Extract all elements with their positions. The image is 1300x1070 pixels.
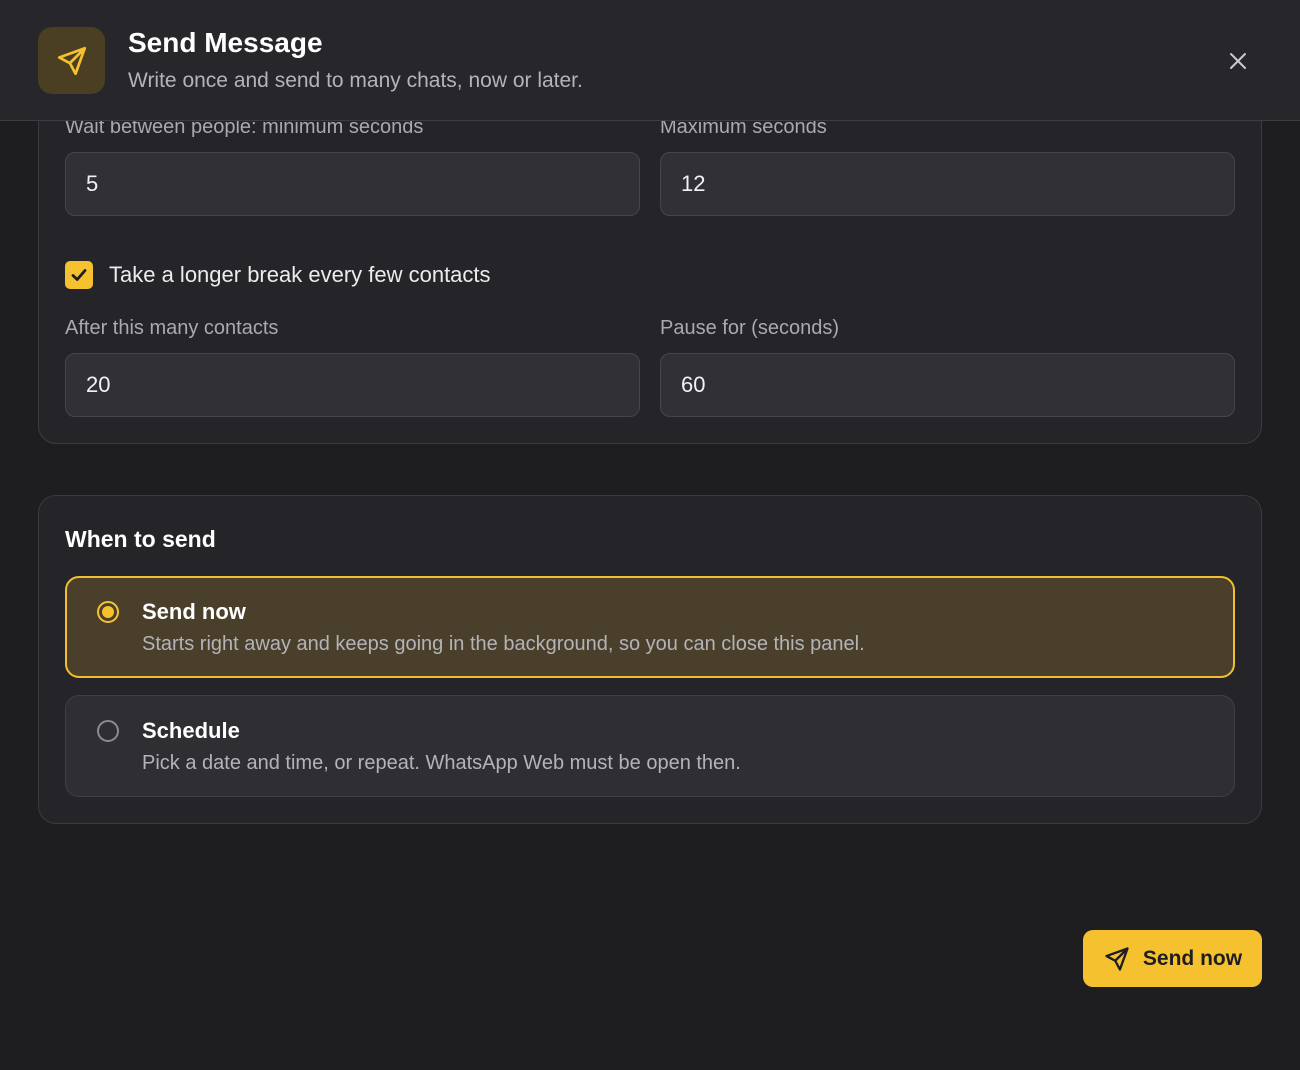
send-icon (1105, 946, 1129, 971)
paper-plane-icon (57, 46, 86, 75)
pause-input[interactable]: 60 (660, 353, 1235, 417)
close-button[interactable] (1222, 45, 1254, 77)
page-title: Send Message (128, 27, 323, 58)
send-icon (38, 27, 105, 94)
when-to-send-title: When to send (65, 526, 216, 552)
page-subtitle: Write once and send to many chats, now o… (128, 69, 583, 92)
option-description: Starts right away and keeps going in the… (142, 633, 865, 655)
radio-selected-dot (102, 606, 114, 618)
send-message-panel: Wait between people: minimum seconds Max… (0, 0, 1300, 1070)
send-now-radio[interactable] (97, 601, 119, 623)
max-wait-input[interactable]: 12 (660, 152, 1235, 216)
send-now-button-label: Send now (1142, 946, 1243, 970)
checkmark-icon (71, 269, 87, 281)
option-description: Pick a date and time, or repeat. WhatsAp… (142, 752, 741, 774)
send-now-button[interactable]: Send now (1083, 930, 1262, 987)
min-wait-input[interactable]: 5 (65, 152, 640, 216)
close-icon (1230, 53, 1246, 69)
panel-header: Send Message Write once and send to many… (0, 0, 1300, 121)
option-send-now[interactable]: Send now Starts right away and keeps goi… (65, 576, 1235, 678)
after-contacts-label: After this many contacts (65, 317, 279, 339)
option-title: Schedule (142, 718, 240, 743)
break-checkbox[interactable] (65, 261, 93, 289)
break-checkbox-row[interactable]: Take a longer break every few contacts (65, 261, 491, 289)
option-schedule[interactable]: Schedule Pick a date and time, or repeat… (65, 695, 1235, 797)
schedule-radio[interactable] (97, 720, 119, 742)
pause-label: Pause for (seconds) (660, 317, 839, 339)
option-title: Send now (142, 599, 246, 624)
scroll-content[interactable]: Wait between people: minimum seconds Max… (0, 0, 1300, 1070)
after-contacts-input[interactable]: 20 (65, 353, 640, 417)
break-checkbox-label: Take a longer break every few contacts (109, 262, 491, 287)
